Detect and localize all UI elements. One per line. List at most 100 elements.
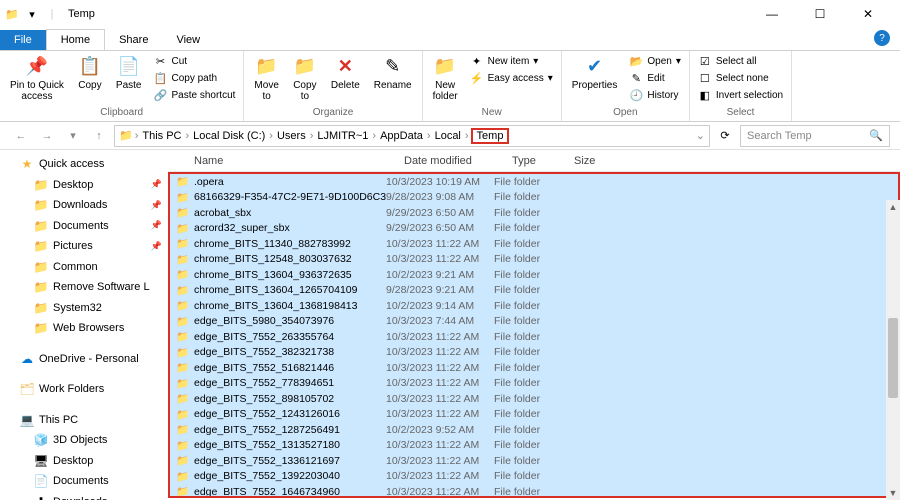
crumb[interactable]: Local Disk (C:) xyxy=(191,130,267,142)
nav-quick-item[interactable]: 📁Downloads📌 xyxy=(0,195,168,216)
nav-pc-item[interactable]: 📄Documents xyxy=(0,471,168,492)
rename-button[interactable]: ✎Rename xyxy=(370,53,416,93)
minimize-button[interactable]: — xyxy=(754,5,790,23)
select-none-button[interactable]: ☐Select none xyxy=(696,70,785,86)
pin-to-quick-access-button[interactable]: 📌Pin to Quick access xyxy=(6,53,68,104)
open-button[interactable]: 📂Open▾ xyxy=(627,53,683,69)
nav-quick-item[interactable]: 📁Common xyxy=(0,257,168,278)
crumb[interactable]: AppData xyxy=(378,130,425,142)
nav-this-pc[interactable]: 💻This PC xyxy=(0,410,168,431)
search-input[interactable]: Search Temp🔍 xyxy=(740,125,890,147)
file-row[interactable]: 📁edge_BITS_7552_128725649110/2/2023 9:52… xyxy=(170,422,898,438)
nav-tree[interactable]: ★Quick access 📁Desktop📌📁Downloads📌📁Docum… xyxy=(0,150,168,500)
col-date[interactable]: Date modified xyxy=(404,155,512,167)
col-size[interactable]: Size xyxy=(574,155,614,167)
nav-quick-item[interactable]: 📁Web Browsers xyxy=(0,318,168,339)
file-row[interactable]: 📁chrome_BITS_11340_88278399210/3/2023 11… xyxy=(170,236,898,252)
file-row[interactable]: 📁edge_BITS_7552_38232173810/3/2023 11:22… xyxy=(170,345,898,361)
select-all-button[interactable]: ☑Select all xyxy=(696,53,785,69)
cut-button[interactable]: ✂Cut xyxy=(152,53,238,69)
col-name[interactable]: Name xyxy=(194,155,404,167)
tab-share[interactable]: Share xyxy=(105,30,162,50)
crumb[interactable]: This PC xyxy=(140,130,183,142)
copy-to-button[interactable]: 📁Copy to xyxy=(289,53,321,104)
window-title: Temp xyxy=(68,8,95,20)
col-type[interactable]: Type xyxy=(512,155,574,167)
file-row[interactable]: 📁edge_BITS_7552_133612169710/3/2023 11:2… xyxy=(170,453,898,469)
recent-dropdown[interactable]: ▾ xyxy=(62,125,84,147)
copy-button[interactable]: 📋Copy xyxy=(74,53,106,93)
breadcrumb-dropdown-icon[interactable]: ⌄ xyxy=(696,129,705,142)
copy-path-button[interactable]: 📋Copy path xyxy=(152,70,238,86)
ribbon-tabs: File Home Share View ? xyxy=(0,28,900,50)
up-button[interactable]: ↑ xyxy=(88,125,110,147)
file-row[interactable]: 📁68166329-F354-47C2-9E71-9D100D6C39049/2… xyxy=(170,190,898,206)
file-row[interactable]: 📁edge_BITS_7552_139220304010/3/2023 11:2… xyxy=(170,469,898,485)
nav-pc-item[interactable]: ⬇Downloads xyxy=(0,492,168,500)
nav-onedrive[interactable]: ☁OneDrive - Personal xyxy=(0,349,168,370)
properties-icon: ✔ xyxy=(583,55,607,79)
crumb-current[interactable]: Temp xyxy=(471,128,510,144)
search-icon: 🔍 xyxy=(869,129,883,142)
breadcrumb[interactable]: 📁 › This PC› Local Disk (C:)› Users› LJM… xyxy=(114,125,710,147)
titlebar: 📁 ▾ | Temp — ☐ ✕ xyxy=(0,0,900,28)
tab-view[interactable]: View xyxy=(162,30,214,50)
column-headers[interactable]: Name Date modified Type Size xyxy=(168,150,900,172)
nav-quick-access[interactable]: ★Quick access xyxy=(0,154,168,175)
help-icon[interactable]: ? xyxy=(874,30,890,46)
new-folder-button[interactable]: 📁New folder xyxy=(429,53,462,104)
invert-selection-button[interactable]: ◧Invert selection xyxy=(696,87,785,103)
paste-shortcut-button[interactable]: 🔗Paste shortcut xyxy=(152,87,238,103)
crumb[interactable]: Users xyxy=(275,130,308,142)
crumb[interactable]: LJMITR~1 xyxy=(315,130,370,142)
back-button[interactable]: ← xyxy=(10,125,32,147)
file-row[interactable]: 📁chrome_BITS_13604_93637263510/2/2023 9:… xyxy=(170,267,898,283)
properties-button[interactable]: ✔Properties xyxy=(568,53,622,93)
file-row[interactable]: 📁edge_BITS_7552_89810570210/3/2023 11:22… xyxy=(170,391,898,407)
folder-icon: 📁 xyxy=(176,485,190,498)
nav-quick-item[interactable]: 📁System32 xyxy=(0,298,168,319)
history-button[interactable]: 🕘History xyxy=(627,87,683,103)
nav-pc-item[interactable]: 🖥Desktop xyxy=(0,451,168,472)
file-row[interactable]: 📁edge_BITS_7552_124312601610/3/2023 11:2… xyxy=(170,407,898,423)
scrollbar[interactable]: ▲ ▼ xyxy=(886,200,900,500)
nav-quick-item[interactable]: 📁Desktop📌 xyxy=(0,175,168,196)
move-to-button[interactable]: 📁Move to xyxy=(250,53,282,104)
new-item-button[interactable]: ✦New item▾ xyxy=(468,53,555,69)
refresh-button[interactable]: ⟳ xyxy=(714,125,736,147)
tab-home[interactable]: Home xyxy=(46,29,105,50)
file-row[interactable]: 📁.opera10/3/2023 10:19 AMFile folder xyxy=(170,174,898,190)
nav-pc-item[interactable]: 🧊3D Objects xyxy=(0,430,168,451)
delete-button[interactable]: ✕Delete xyxy=(327,53,364,93)
file-row[interactable]: 📁chrome_BITS_13604_12657041099/28/2023 9… xyxy=(170,283,898,299)
file-row[interactable]: 📁chrome_BITS_13604_136819841310/2/2023 9… xyxy=(170,298,898,314)
file-row[interactable]: 📁edge_BITS_7552_51682144610/3/2023 11:22… xyxy=(170,360,898,376)
scroll-up-icon[interactable]: ▲ xyxy=(886,200,900,214)
file-row[interactable]: 📁edge_BITS_7552_77839465110/3/2023 11:22… xyxy=(170,376,898,392)
file-row[interactable]: 📁edge_BITS_7552_131352718010/3/2023 11:2… xyxy=(170,438,898,454)
nav-work-folders[interactable]: 🗂Work Folders xyxy=(0,379,168,400)
file-row[interactable]: 📁acrord32_super_sbx9/29/2023 6:50 AMFile… xyxy=(170,221,898,237)
file-row[interactable]: 📁edge_BITS_5980_35407397610/3/2023 7:44 … xyxy=(170,314,898,330)
qat-dropdown-icon[interactable]: ▾ xyxy=(24,6,40,22)
scroll-thumb[interactable] xyxy=(888,318,898,398)
file-row[interactable]: 📁edge_BITS_7552_164673496010/3/2023 11:2… xyxy=(170,484,898,498)
close-button[interactable]: ✕ xyxy=(850,5,886,23)
nav-quick-item[interactable]: 📁Remove Software L xyxy=(0,277,168,298)
easy-access-button[interactable]: ⚡Easy access▾ xyxy=(468,70,555,86)
file-list[interactable]: 📁.opera10/3/2023 10:19 AMFile folder📁681… xyxy=(168,172,900,498)
edit-button[interactable]: ✎Edit xyxy=(627,70,683,86)
maximize-button[interactable]: ☐ xyxy=(802,5,838,23)
file-row[interactable]: 📁edge_BITS_7552_26335576410/3/2023 11:22… xyxy=(170,329,898,345)
crumb[interactable]: Local xyxy=(433,130,463,142)
scroll-down-icon[interactable]: ▼ xyxy=(886,486,900,500)
file-row[interactable]: 📁chrome_BITS_12548_80303763210/3/2023 11… xyxy=(170,252,898,268)
copy-icon: 📋 xyxy=(78,55,102,79)
nav-quick-item[interactable]: 📁Pictures📌 xyxy=(0,236,168,257)
dropdown-icon: ▾ xyxy=(548,73,553,84)
paste-button[interactable]: 📄Paste xyxy=(112,53,146,93)
nav-quick-item[interactable]: 📁Documents📌 xyxy=(0,216,168,237)
file-row[interactable]: 📁acrobat_sbx9/29/2023 6:50 AMFile folder xyxy=(170,205,898,221)
tab-file[interactable]: File xyxy=(0,30,46,50)
forward-button[interactable]: → xyxy=(36,125,58,147)
